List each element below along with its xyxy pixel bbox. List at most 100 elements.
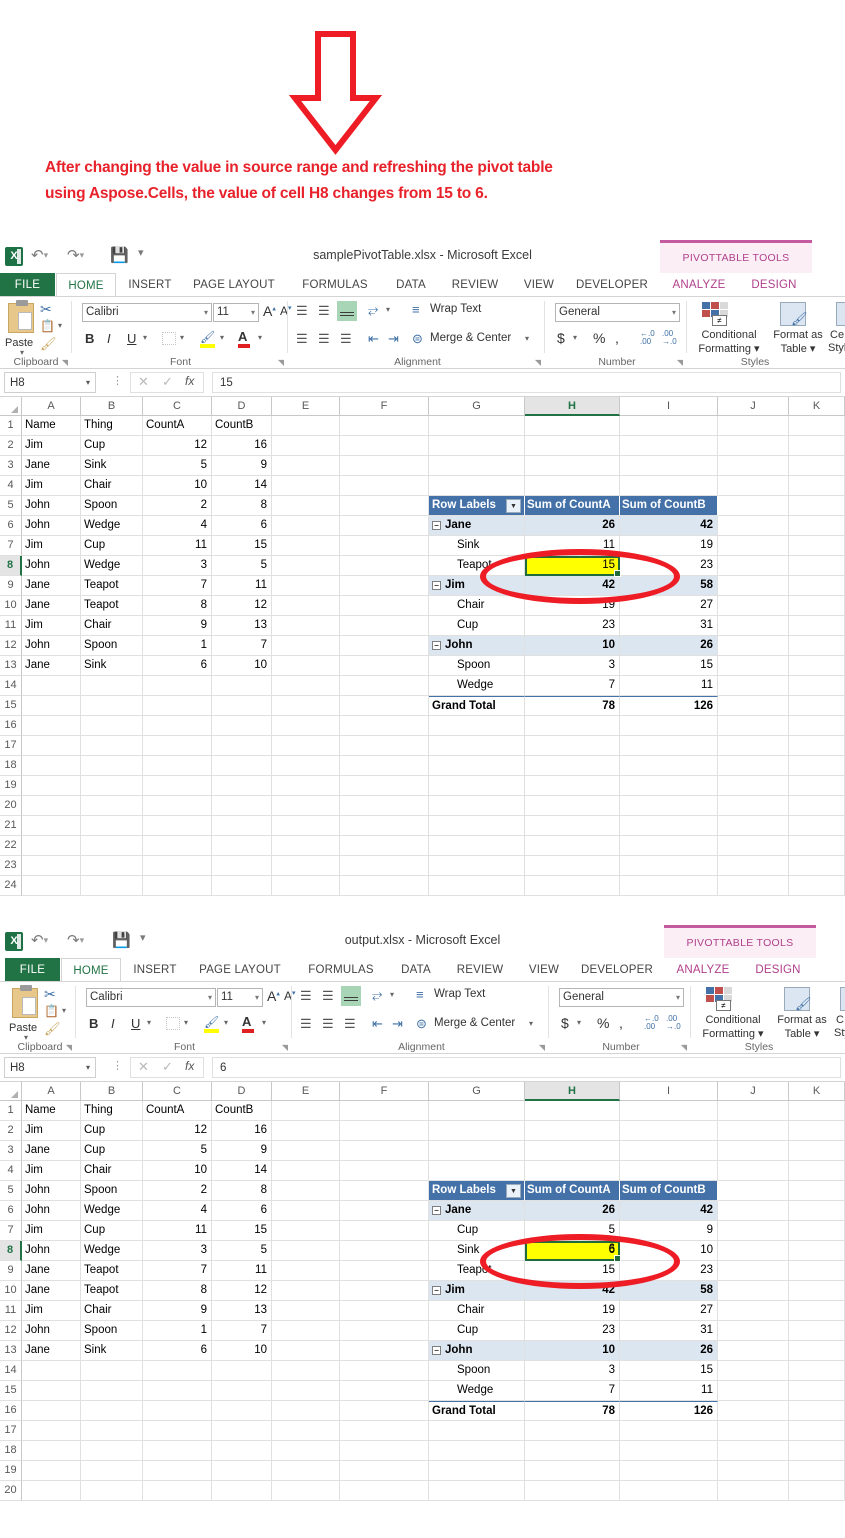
chevron-down-icon[interactable]: ▾ <box>86 373 90 393</box>
cell-E6[interactable] <box>272 1201 340 1221</box>
cell-D16[interactable] <box>212 716 272 736</box>
cell-F2[interactable] <box>340 1121 429 1141</box>
column-header-d[interactable]: D <box>212 1082 272 1101</box>
align-right-icon[interactable]: ☰ <box>344 1016 356 1032</box>
cell-I18[interactable] <box>620 756 718 776</box>
select-all-corner[interactable] <box>0 1082 22 1101</box>
cell-F19[interactable] <box>340 776 429 796</box>
underline-button[interactable]: U <box>131 1016 140 1031</box>
cell-F8[interactable] <box>340 556 429 576</box>
source-cell-12-1[interactable]: Spoon <box>81 636 143 656</box>
column-header-f[interactable]: F <box>340 1082 429 1101</box>
cell-A16[interactable] <box>22 1401 81 1421</box>
borders-dropdown-icon[interactable]: ▾ <box>184 1018 188 1027</box>
conditional-formatting-label[interactable]: Conditional <box>690 329 768 341</box>
borders-dropdown-icon[interactable]: ▾ <box>180 333 184 342</box>
pivot-value-a-10[interactable]: 78 <box>525 1401 620 1421</box>
cell-E20[interactable] <box>272 1481 340 1501</box>
pivot-collapse-icon[interactable]: − <box>432 641 441 650</box>
cell-J14[interactable] <box>718 676 789 696</box>
cell-A23[interactable] <box>22 856 81 876</box>
cell-F4[interactable] <box>340 476 429 496</box>
source-cell-3-3[interactable]: 9 <box>212 1141 272 1161</box>
cell-F15[interactable] <box>340 696 429 716</box>
cell-H2[interactable] <box>525 1121 620 1141</box>
cell-G2[interactable] <box>429 436 525 456</box>
cell-I23[interactable] <box>620 856 718 876</box>
cell-A22[interactable] <box>22 836 81 856</box>
cell-E13[interactable] <box>272 656 340 676</box>
tab-file[interactable]: FILE <box>0 273 55 297</box>
pivot-row-label-5[interactable]: Cup <box>429 616 525 636</box>
cell-E1[interactable] <box>272 416 340 436</box>
source-cell-2-2[interactable]: 12 <box>143 436 212 456</box>
cell-K8[interactable] <box>789 1241 845 1261</box>
column-header-a[interactable]: A <box>22 1082 81 1101</box>
cell-E15[interactable] <box>272 696 340 716</box>
tab-file[interactable]: FILE <box>5 958 60 982</box>
cell-I1[interactable] <box>620 1101 718 1121</box>
cell-F3[interactable] <box>340 456 429 476</box>
source-cell-9-3[interactable]: 11 <box>212 1261 272 1281</box>
cell-F6[interactable] <box>340 516 429 536</box>
cell-C16[interactable] <box>143 716 212 736</box>
tab-view[interactable]: VIEW <box>519 958 569 982</box>
cell-F16[interactable] <box>340 1401 429 1421</box>
cell-K19[interactable] <box>789 1461 845 1481</box>
cell-G1[interactable] <box>429 1101 525 1121</box>
currency-dropdown-icon[interactable]: ▾ <box>573 333 577 342</box>
cell-F3[interactable] <box>340 1141 429 1161</box>
cell-E4[interactable] <box>272 1161 340 1181</box>
increase-decimal-icon[interactable]: ←.0.00 <box>640 330 655 346</box>
cell-H2[interactable] <box>525 436 620 456</box>
cell-J16[interactable] <box>718 1401 789 1421</box>
insert-function-icon[interactable]: fx <box>185 374 194 388</box>
source-cell-6-1[interactable]: Wedge <box>81 516 143 536</box>
cell-J15[interactable] <box>718 1381 789 1401</box>
cell-D18[interactable] <box>212 756 272 776</box>
cell-J15[interactable] <box>718 696 789 716</box>
cell-J24[interactable] <box>718 876 789 896</box>
source-cell-13-2[interactable]: 6 <box>143 1341 212 1361</box>
cell-B14[interactable] <box>81 1361 143 1381</box>
format-as-table-icon[interactable]: 🖌 <box>780 302 806 326</box>
underline-dropdown-icon[interactable]: ▾ <box>147 1018 151 1027</box>
cell-K12[interactable] <box>789 636 845 656</box>
cell-K20[interactable] <box>789 1481 845 1501</box>
source-cell-11-0[interactable]: Jim <box>22 616 81 636</box>
cell-K13[interactable] <box>789 656 845 676</box>
cell-J16[interactable] <box>718 716 789 736</box>
row-header-14[interactable]: 14 <box>0 1361 22 1381</box>
merge-center-icon[interactable]: ⊜ <box>416 1016 427 1032</box>
cell-J6[interactable] <box>718 516 789 536</box>
cancel-icon[interactable]: ✕ <box>138 1059 149 1075</box>
cell-B15[interactable] <box>81 696 143 716</box>
row-header-16[interactable]: 16 <box>0 716 22 736</box>
cell-E13[interactable] <box>272 1341 340 1361</box>
source-cell-10-1[interactable]: Teapot <box>81 596 143 616</box>
cell-E10[interactable] <box>272 1281 340 1301</box>
cell-D23[interactable] <box>212 856 272 876</box>
percent-button[interactable]: % <box>593 330 605 346</box>
pivot-row-label-6[interactable]: Cup <box>429 1321 525 1341</box>
tab-formulas[interactable]: FORMULAS <box>292 273 378 297</box>
cell-D22[interactable] <box>212 836 272 856</box>
cell-J12[interactable] <box>718 636 789 656</box>
fill-color-icon[interactable]: 🖌 <box>204 1015 219 1029</box>
source-cell-10-0[interactable]: Jane <box>22 1281 81 1301</box>
source-cell-7-0[interactable]: Jim <box>22 1221 81 1241</box>
source-cell-3-1[interactable]: Sink <box>81 456 143 476</box>
cell-H3[interactable] <box>525 1141 620 1161</box>
fill-dropdown-icon[interactable]: ▾ <box>224 1018 228 1027</box>
cell-F5[interactable] <box>340 1181 429 1201</box>
source-cell-8-2[interactable]: 3 <box>143 556 212 576</box>
cell-I3[interactable] <box>620 456 718 476</box>
cell-C16[interactable] <box>143 1401 212 1421</box>
bold-button[interactable]: B <box>89 1016 98 1031</box>
source-cell-2-0[interactable]: Jim <box>22 1121 81 1141</box>
font-color-dropdown-icon[interactable]: ▾ <box>262 1018 266 1027</box>
row-header-15[interactable]: 15 <box>0 1381 22 1401</box>
source-header-1[interactable]: Thing <box>81 416 143 436</box>
font-color-icon[interactable]: A <box>242 1014 251 1029</box>
cell-J1[interactable] <box>718 1101 789 1121</box>
